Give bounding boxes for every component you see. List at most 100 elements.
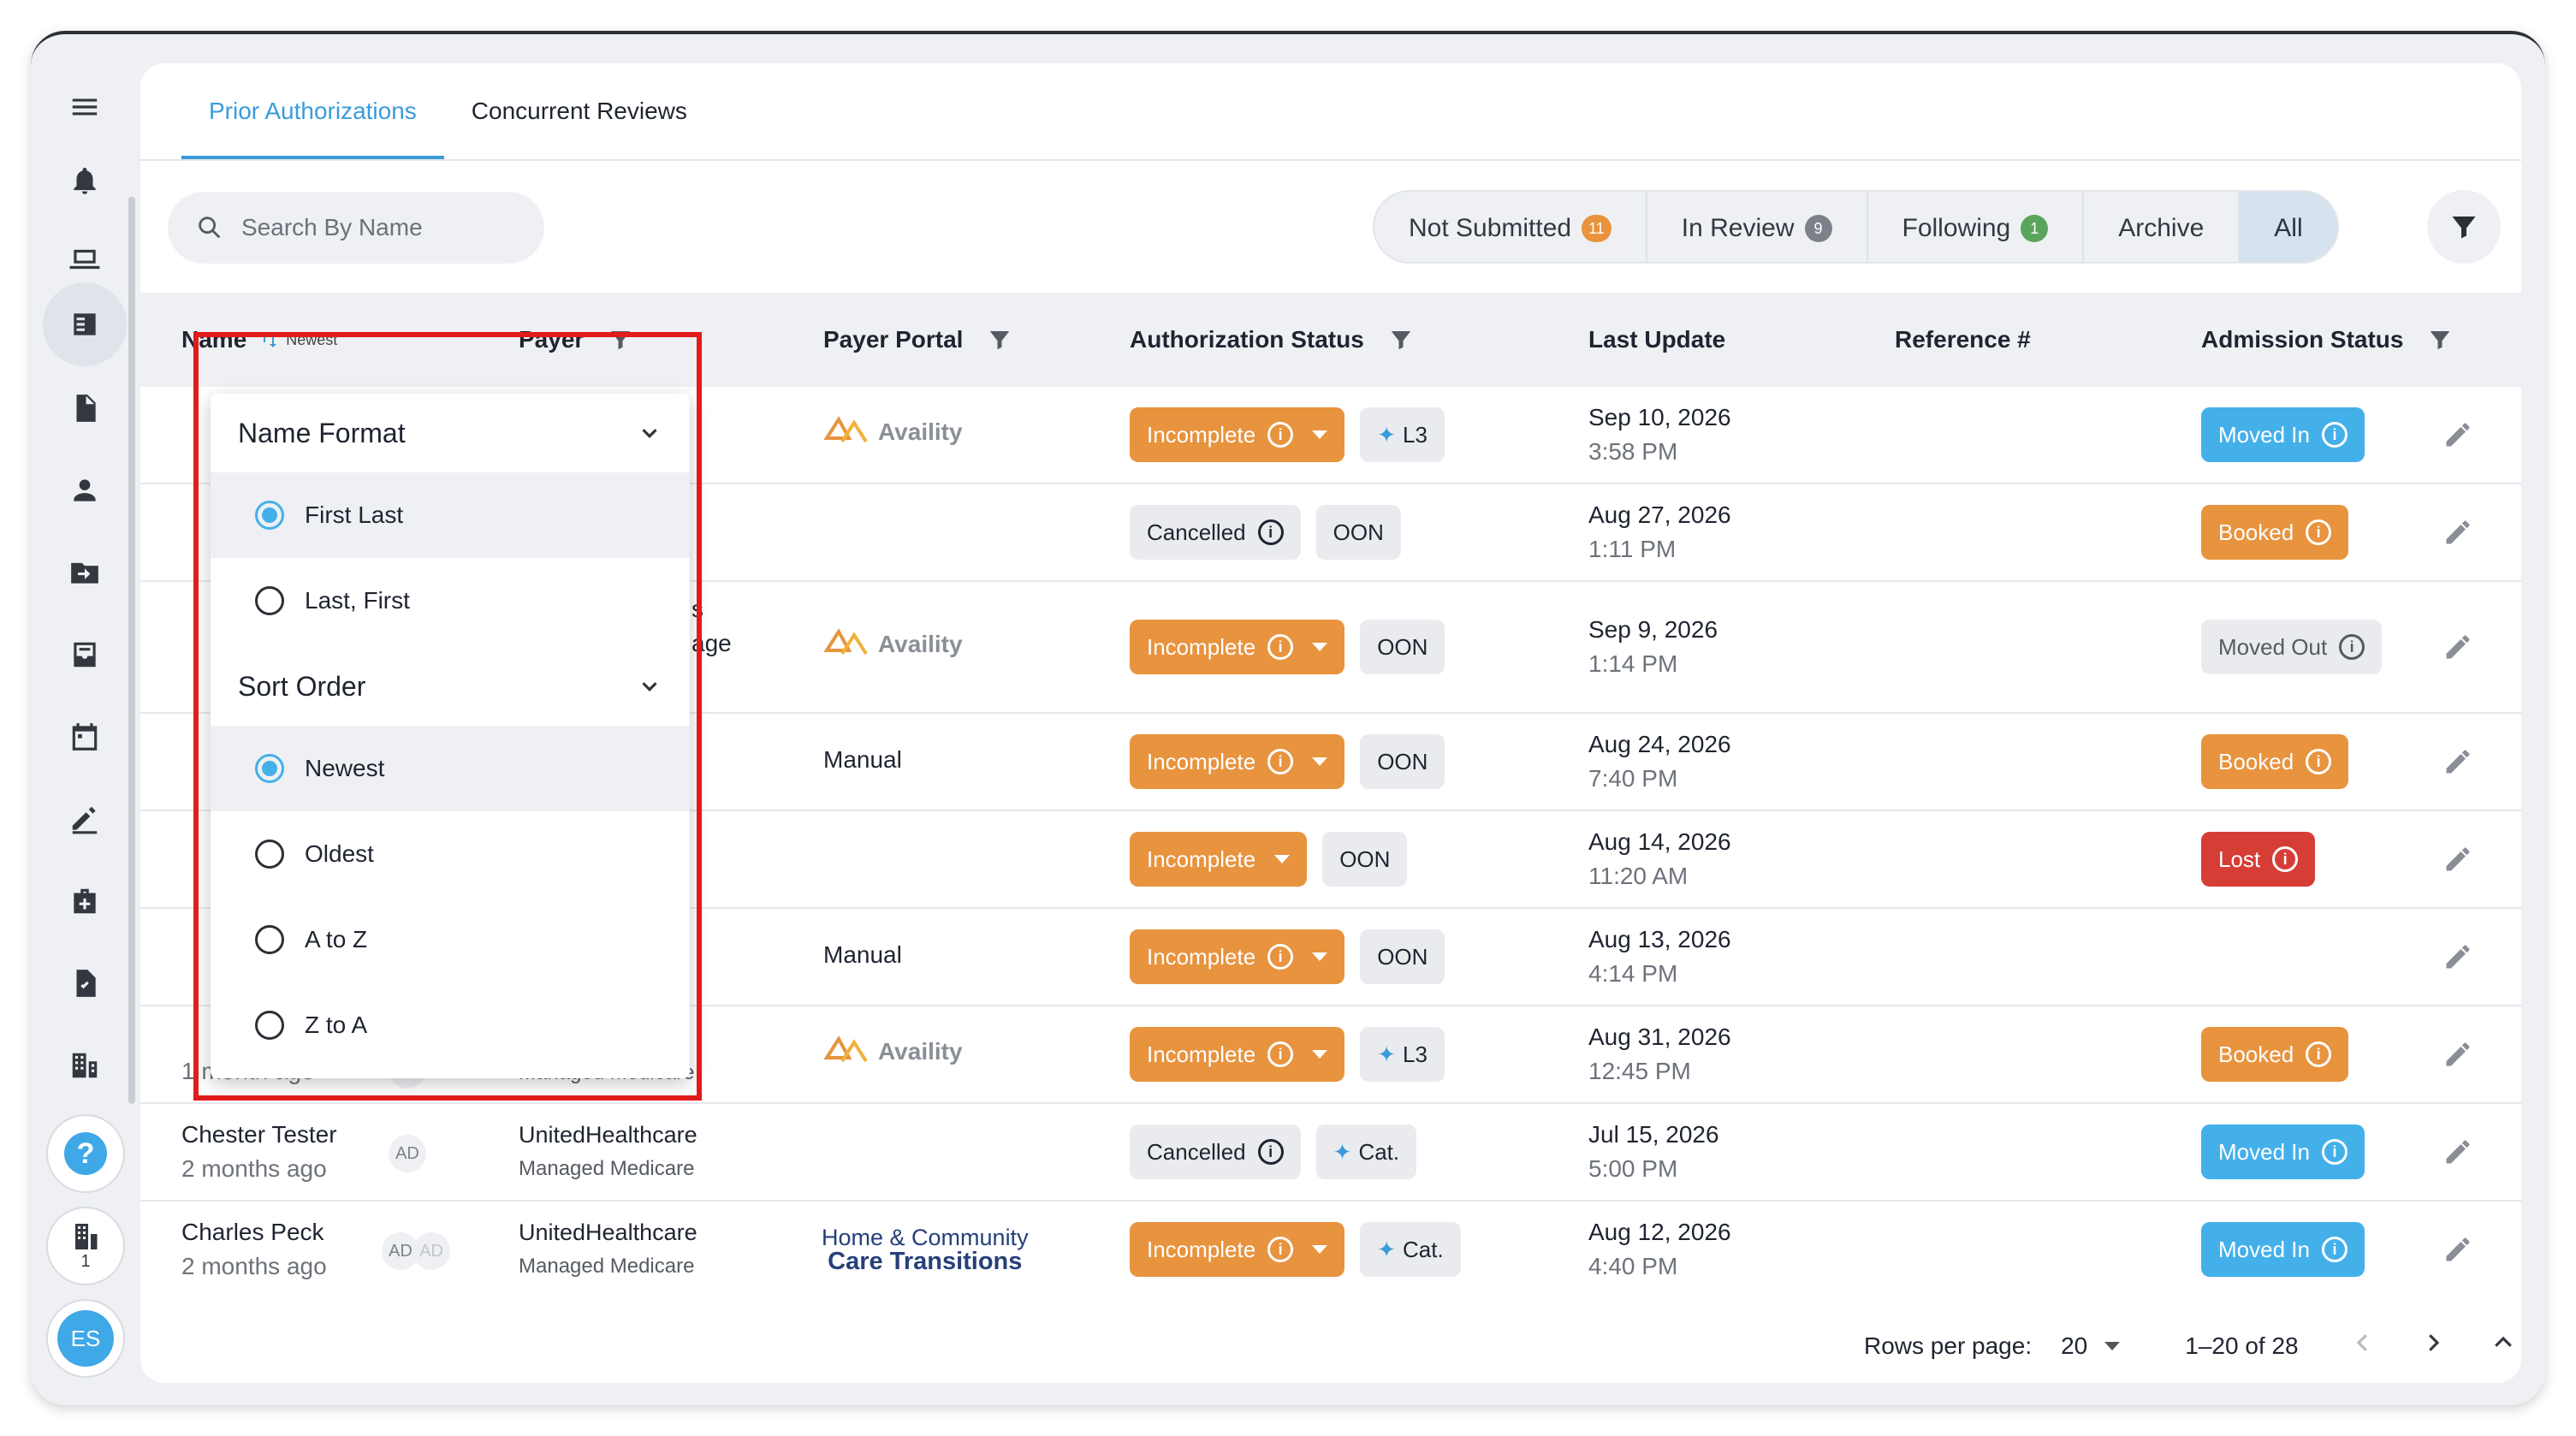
radio-button[interactable] <box>255 925 284 954</box>
auth-status-chip[interactable]: Cancelled i <box>1130 505 1301 560</box>
filter-following[interactable]: Following 1 <box>1868 192 2085 262</box>
auth-status-dropdown[interactable]: Incomplete i <box>1130 734 1345 789</box>
building-list-icon[interactable] <box>65 1046 104 1085</box>
search-bar[interactable] <box>168 192 544 264</box>
admission-status-badge[interactable]: Booked i <box>2201 505 2349 560</box>
edit-button[interactable] <box>2442 1039 2473 1076</box>
auth-status-dropdown[interactable]: Incomplete i <box>1130 929 1345 984</box>
option-oldest[interactable]: Oldest <box>211 811 690 897</box>
tab-concurrent-reviews[interactable]: Concurrent Reviews <box>444 63 715 159</box>
table-row[interactable]: Chester Tester 2 months ago AD UnitedHeal… <box>140 1104 2521 1202</box>
medical-kit-icon[interactable] <box>65 881 104 921</box>
column-name-header[interactable]: Name Newest <box>181 293 337 387</box>
info-icon[interactable]: i <box>1267 944 1294 970</box>
checklist-icon[interactable] <box>65 305 104 344</box>
info-icon[interactable]: i <box>1267 749 1294 774</box>
filter-icon[interactable] <box>608 327 633 353</box>
menu-icon[interactable] <box>65 87 104 127</box>
edit-button[interactable] <box>2442 941 2473 978</box>
search-input[interactable] <box>241 214 532 241</box>
radio-button[interactable] <box>255 586 284 615</box>
info-icon[interactable]: i <box>2339 634 2365 660</box>
signature-icon[interactable] <box>65 799 104 839</box>
radio-button[interactable] <box>255 840 284 869</box>
person-icon[interactable] <box>65 471 104 510</box>
info-icon[interactable]: i <box>2306 1041 2332 1067</box>
info-icon[interactable]: i <box>1267 634 1294 660</box>
document-icon[interactable] <box>65 389 104 428</box>
table-row[interactable]: Charles Peck 2 months ago AD AD UnitedHeal… <box>140 1202 2521 1299</box>
filter-icon[interactable] <box>2427 327 2453 353</box>
facility-button[interactable]: 1 <box>46 1207 125 1285</box>
folder-arrow-icon[interactable] <box>65 553 104 592</box>
option-z-to-a[interactable]: Z to A <box>211 982 690 1068</box>
admission-status-badge[interactable]: Moved In i <box>2201 407 2365 462</box>
edit-button[interactable] <box>2442 1136 2473 1173</box>
sort-icon[interactable] <box>258 329 279 350</box>
sidebar-scrollbar[interactable] <box>128 197 135 1104</box>
name-format-section[interactable]: Name Format <box>211 394 690 472</box>
column-admission-status-header[interactable]: Admission Status <box>2201 293 2453 387</box>
prev-page-button[interactable] <box>2350 1330 2376 1362</box>
bell-icon[interactable] <box>65 161 104 200</box>
filter-archive[interactable]: Archive <box>2084 192 2241 262</box>
info-icon[interactable]: i <box>2306 519 2332 545</box>
admission-status-badge[interactable]: Lost i <box>2201 832 2316 887</box>
file-check-icon[interactable] <box>65 964 104 1003</box>
edit-button[interactable] <box>2442 746 2473 783</box>
filter-icon[interactable] <box>987 327 1012 353</box>
option-a-to-z[interactable]: A to Z <box>211 897 690 982</box>
admission-status-badge[interactable]: Booked i <box>2201 734 2349 789</box>
column-auth-status-header[interactable]: Authorization Status <box>1130 293 1414 387</box>
auth-status-dropdown[interactable]: Incomplete i <box>1130 620 1345 674</box>
inbox-icon[interactable] <box>65 635 104 674</box>
patient-name[interactable]: Charles Peck <box>181 1215 327 1249</box>
edit-button[interactable] <box>2442 517 2473 554</box>
auth-status-dropdown[interactable]: Incomplete i <box>1130 407 1345 462</box>
info-icon[interactable]: i <box>1257 1139 1284 1165</box>
info-icon[interactable]: i <box>2321 1237 2347 1262</box>
option-first-last[interactable]: First Last <box>211 472 690 558</box>
scroll-top-button[interactable] <box>2490 1330 2516 1362</box>
auth-status-chip[interactable]: Cancelled i <box>1130 1124 1301 1179</box>
help-button[interactable]: ? <box>46 1114 125 1193</box>
option-newest[interactable]: Newest <box>211 726 690 811</box>
admission-status-badge[interactable]: Moved In i <box>2201 1124 2365 1179</box>
laptop-icon[interactable] <box>65 240 104 279</box>
column-payer-header[interactable]: Payer <box>519 293 633 387</box>
calendar-icon[interactable] <box>65 717 104 757</box>
column-reference-header[interactable]: Reference # <box>1895 293 2031 387</box>
next-page-button[interactable] <box>2420 1330 2446 1362</box>
rows-per-page-select[interactable]: 20 <box>2061 1332 2121 1360</box>
tab-prior-authorizations[interactable]: Prior Authorizations <box>181 63 444 159</box>
patient-name[interactable]: Chester Tester <box>181 1118 337 1152</box>
edit-button[interactable] <box>2442 419 2473 456</box>
radio-button[interactable] <box>255 754 284 783</box>
auth-status-dropdown[interactable]: Incomplete <box>1130 832 1308 887</box>
filter-not-submitted[interactable]: Not Submitted 11 <box>1374 192 1647 262</box>
info-icon[interactable]: i <box>2321 1139 2347 1165</box>
user-avatar-button[interactable]: ES <box>46 1299 125 1378</box>
column-payer-portal-header[interactable]: Payer Portal <box>823 293 1012 387</box>
info-icon[interactable]: i <box>2272 846 2299 872</box>
column-last-update-header[interactable]: Last Update <box>1588 293 1725 387</box>
info-icon[interactable]: i <box>1257 519 1284 545</box>
info-icon[interactable]: i <box>1267 422 1294 448</box>
sort-order-section[interactable]: Sort Order <box>211 647 690 726</box>
admission-status-badge[interactable]: Moved In i <box>2201 1222 2365 1277</box>
edit-button[interactable] <box>2442 844 2473 881</box>
edit-button[interactable] <box>2442 632 2473 668</box>
radio-button[interactable] <box>255 501 284 530</box>
filter-icon[interactable] <box>1388 327 1414 353</box>
info-icon[interactable]: i <box>1267 1237 1294 1262</box>
auth-status-dropdown[interactable]: Incomplete i <box>1130 1027 1345 1082</box>
info-icon[interactable]: i <box>2321 422 2347 448</box>
filter-in-review[interactable]: In Review 9 <box>1647 192 1868 262</box>
admission-status-badge[interactable]: Booked i <box>2201 1027 2349 1082</box>
admission-status-badge[interactable]: Moved Out i <box>2201 620 2383 674</box>
info-icon[interactable]: i <box>2306 749 2332 774</box>
filter-all[interactable]: All <box>2240 192 2337 262</box>
advanced-filter-button[interactable] <box>2427 190 2501 264</box>
edit-button[interactable] <box>2442 1234 2473 1271</box>
auth-status-dropdown[interactable]: Incomplete i <box>1130 1222 1345 1277</box>
